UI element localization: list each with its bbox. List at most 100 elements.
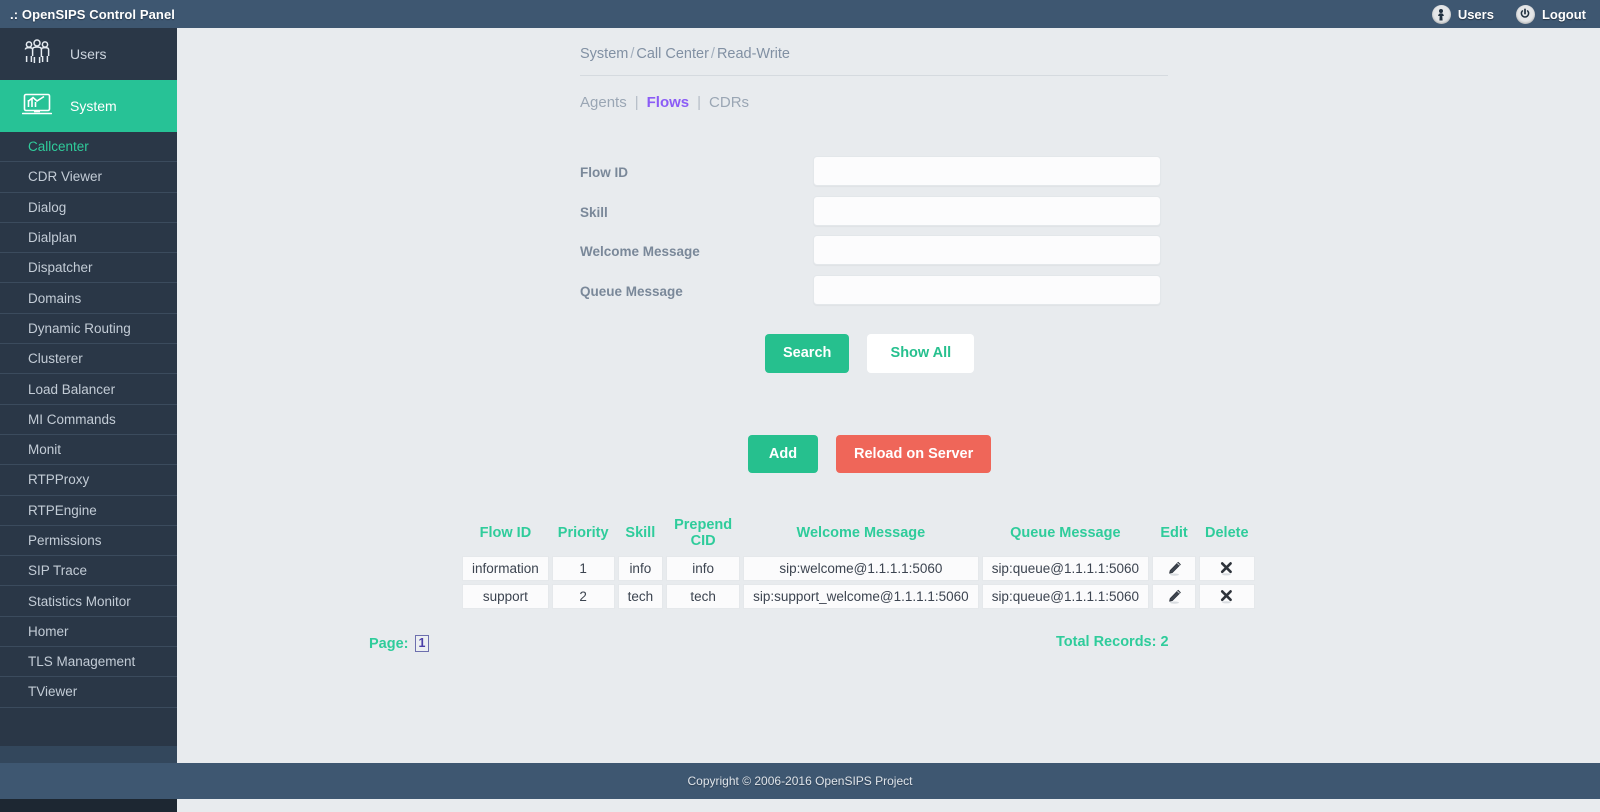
reload-on-server-button[interactable]: Reload on Server xyxy=(836,435,992,473)
sidebar-subitem-dispatcher[interactable]: Dispatcher xyxy=(0,253,177,284)
search-button-row: Search Show All xyxy=(765,334,975,373)
input-welcome-message[interactable] xyxy=(813,235,1161,265)
sidebar-subitem-callcenter[interactable]: Callcenter xyxy=(0,132,177,163)
sidebar-subitem-clusterer[interactable]: Clusterer xyxy=(0,344,177,375)
input-flow-id[interactable] xyxy=(813,156,1161,186)
cell-skill: info xyxy=(617,556,664,581)
flows-table: Flow ID Priority Skill Prepend CID Welco… xyxy=(459,510,1258,612)
table-body: information 1 info info sip:welcome@1.1.… xyxy=(462,556,1255,609)
cell-prepend-cid: info xyxy=(666,556,741,581)
table-row: information 1 info info sip:welcome@1.1.… xyxy=(462,556,1255,581)
sidebar-subitem-rtpengine[interactable]: RTPEngine xyxy=(0,496,177,526)
th-flow-id: Flow ID xyxy=(479,525,532,541)
sidebar-subitem-dialplan[interactable]: Dialplan xyxy=(0,223,177,254)
pencil-icon[interactable] xyxy=(1153,585,1195,608)
cell-skill: tech xyxy=(617,584,664,609)
breadcrumb-divider xyxy=(580,75,1168,76)
cell-flow-id: information xyxy=(462,556,549,581)
th-skill: Skill xyxy=(625,525,656,541)
x-cross-icon[interactable] xyxy=(1200,557,1254,580)
page-label: Page: xyxy=(369,635,409,652)
th-prepend-cid: Prepend CID xyxy=(674,517,733,549)
sidebar-subitem-label: Dispatcher xyxy=(28,260,93,276)
sidebar-subitem-load-balancer[interactable]: Load Balancer xyxy=(0,374,177,405)
input-skill[interactable] xyxy=(813,195,1161,226)
sidebar-subitem-cdr-viewer[interactable]: CDR Viewer xyxy=(0,162,177,193)
sidebar-subitem-tls-management[interactable]: TLS Management xyxy=(0,647,177,678)
tab-cdrs[interactable]: CDRs xyxy=(709,94,749,111)
table-header-row: Flow ID Priority Skill Prepend CID Welco… xyxy=(462,513,1255,553)
sidebar-subitem-label: Load Balancer xyxy=(28,381,116,397)
sidebar-subitem-dialog[interactable]: Dialog xyxy=(0,193,177,223)
search-button[interactable]: Search xyxy=(765,334,850,373)
page-number-1[interactable]: 1 xyxy=(414,635,430,652)
table-head: Flow ID Priority Skill Prepend CID Welco… xyxy=(462,513,1255,553)
th-welcome-message: Welcome Message xyxy=(796,525,926,541)
cell-welcome-message: sip:support_welcome@1.1.1.1:5060 xyxy=(743,584,979,609)
sidebar-subitem-label: Homer xyxy=(28,623,69,639)
sidebar-subitem-label: SIP Trace xyxy=(28,563,88,579)
add-button[interactable]: Add xyxy=(748,435,818,473)
sidebar-subitem-label: Statistics Monitor xyxy=(28,593,131,609)
sidebar-subitem-statistics-monitor[interactable]: Statistics Monitor xyxy=(0,586,177,617)
sidebar-subitem-homer[interactable]: Homer xyxy=(0,617,177,648)
cell-prepend-cid: tech xyxy=(666,584,741,609)
cell-queue-message: sip:queue@1.1.1.1:5060 xyxy=(981,556,1150,581)
label-queue-message: Queue Message xyxy=(580,283,683,299)
sidebar-subitem-label: Dialog xyxy=(28,199,67,215)
sidebar-subitem-label: Permissions xyxy=(28,533,102,548)
system-monitor-icon xyxy=(21,92,53,121)
th-queue-message: Queue Message xyxy=(1010,525,1121,541)
sidebar-subitem-monit[interactable]: Monit xyxy=(0,435,177,466)
show-all-button[interactable]: Show All xyxy=(867,334,975,373)
sidebar-subitem-dynamic-routing[interactable]: Dynamic Routing xyxy=(0,314,177,345)
breadcrumb-read-write: Read-Write xyxy=(716,46,790,62)
cell-delete[interactable] xyxy=(1199,584,1255,609)
sidebar-subitem-mi-commands[interactable]: MI Commands xyxy=(0,405,177,435)
sidebar-item-system[interactable]: System xyxy=(0,80,177,132)
sidebar-item-users[interactable]: Users xyxy=(0,28,177,80)
input-queue-message[interactable] xyxy=(813,274,1161,305)
sidebar-item-label-system: System xyxy=(70,98,117,114)
sidebar-subitem-permissions[interactable]: Permissions xyxy=(0,526,177,557)
sidebar-submenu: Callcenter CDR Viewer Dialog Dialplan Di… xyxy=(0,132,177,708)
logout-button[interactable]: Logout xyxy=(1515,4,1586,24)
sidebar-subitem-sip-trace[interactable]: SIP Trace xyxy=(0,556,177,587)
x-cross-icon[interactable] xyxy=(1200,585,1254,608)
th-priority: Priority xyxy=(557,525,609,541)
cell-edit[interactable] xyxy=(1152,556,1197,581)
sidebar-subitem-tviewer[interactable]: TViewer xyxy=(0,677,177,708)
top-actions: Users Logout xyxy=(1431,4,1586,24)
users-top-button[interactable]: Users xyxy=(1431,4,1494,24)
copyright-text: Copyright © 2006-2016 OpenSIPS Project xyxy=(687,774,913,788)
tab-agents[interactable]: Agents xyxy=(580,94,627,111)
breadcrumb-call-center[interactable]: Call Center xyxy=(636,46,709,62)
tab-separator: | xyxy=(634,94,639,111)
power-circle-icon xyxy=(1515,4,1535,24)
users-top-label: Users xyxy=(1457,6,1494,22)
breadcrumb-system[interactable]: System xyxy=(580,46,628,62)
sidebar-subitem-label: Callcenter xyxy=(28,139,89,155)
pencil-icon[interactable] xyxy=(1153,557,1195,580)
action-button-row: Add Reload on Server xyxy=(748,435,992,473)
sidebar-filler-upper xyxy=(0,707,177,746)
cell-queue-message: sip:queue@1.1.1.1:5060 xyxy=(981,584,1150,609)
th-delete: Delete xyxy=(1205,525,1249,541)
sidebar-subitem-label: Clusterer xyxy=(28,351,83,367)
app-brand-title: .: OpenSIPS Control Panel xyxy=(10,6,176,22)
th-edit: Edit xyxy=(1160,525,1188,541)
tab-flows[interactable]: Flows xyxy=(647,94,690,111)
label-welcome-message: Welcome Message xyxy=(580,244,700,259)
cell-delete[interactable] xyxy=(1199,556,1255,581)
sidebar-subitem-domains[interactable]: Domains xyxy=(0,283,177,314)
top-header-bar: .: OpenSIPS Control Panel Users Logout xyxy=(0,0,1600,28)
sidebar-subitem-rtpproxy[interactable]: RTPProxy xyxy=(0,465,177,496)
sidebar-subitem-label: Dialplan xyxy=(28,230,77,246)
sidebar-subitem-label: MI Commands xyxy=(28,411,116,427)
sidebar-subitem-label: RTPEngine xyxy=(28,502,97,518)
cell-edit[interactable] xyxy=(1152,584,1197,609)
users-group-icon xyxy=(22,38,52,70)
flows-table-container: Flow ID Priority Skill Prepend CID Welco… xyxy=(459,510,1258,612)
sidebar-subitem-label: Monit xyxy=(28,442,62,458)
tab-separator: | xyxy=(697,94,702,111)
